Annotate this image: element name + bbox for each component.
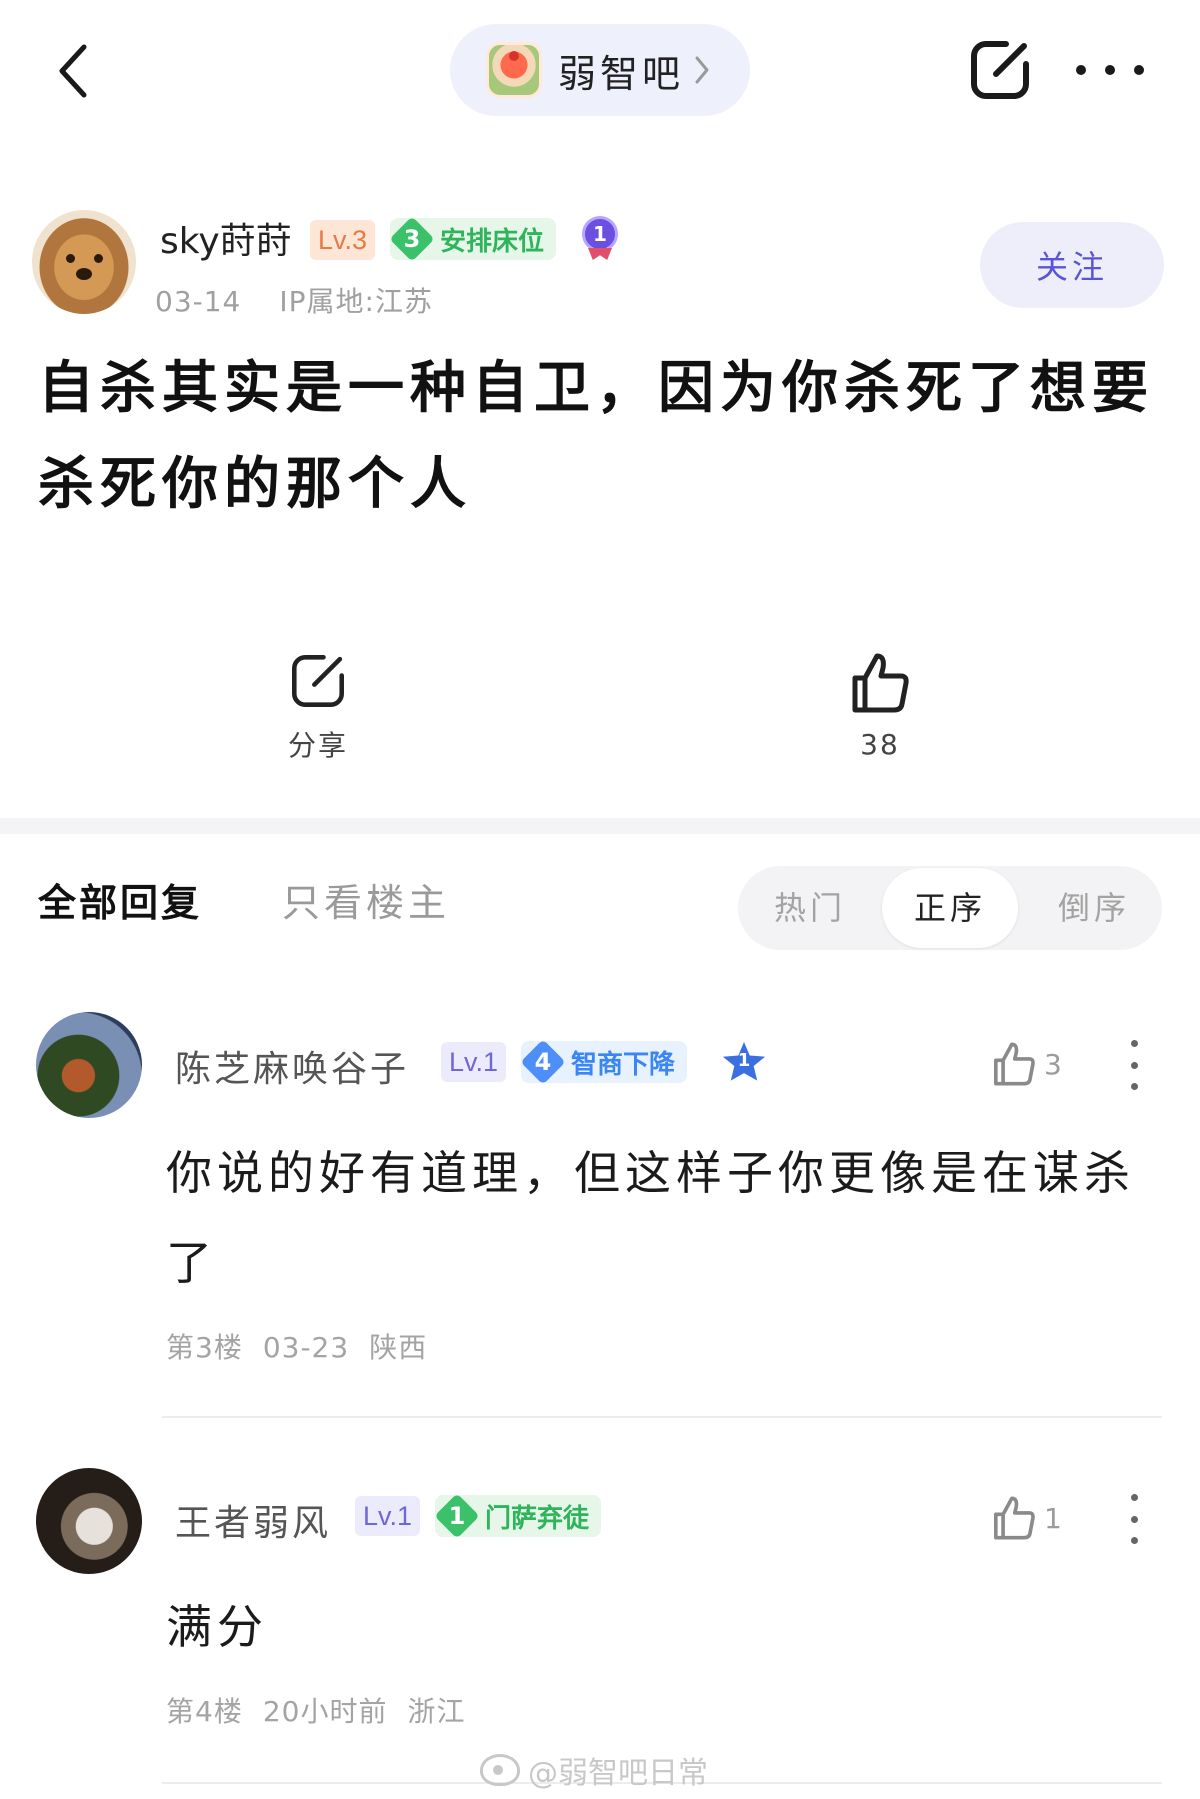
post-content: 自杀其实是一种自卫，因为你杀死了想要杀死你的那个人 xyxy=(38,355,1154,517)
share-icon xyxy=(292,655,344,707)
level-badge: Lv.3 xyxy=(310,220,376,260)
level-badge: Lv.1 xyxy=(441,1042,507,1082)
title-badge-label: 安排床位 xyxy=(440,226,545,257)
reply-like-button[interactable]: 1 xyxy=(990,1488,1062,1548)
top-bar: 弱智吧 xyxy=(0,0,1200,150)
avatar-eye xyxy=(66,254,75,263)
reply-meta: 第3楼 03-23 陕西 xyxy=(166,1326,427,1366)
thumbs-up-icon xyxy=(994,1042,1035,1086)
sort-descending[interactable]: 倒序 xyxy=(1058,866,1130,950)
title-badge: 1 门萨弃徒 xyxy=(435,1495,602,1537)
reply-date: 20小时前 xyxy=(262,1695,388,1728)
floor-number: 第4楼 xyxy=(166,1695,243,1728)
title-badge: 4 智商下降 xyxy=(521,1041,688,1083)
share-action[interactable]: 分享 xyxy=(248,650,388,764)
reply-like-count: 3 xyxy=(1044,1047,1062,1081)
reply-separator xyxy=(162,1416,1162,1418)
floor-number: 第3楼 xyxy=(166,1331,243,1364)
reply-more-button[interactable] xyxy=(1126,1494,1142,1544)
reply-meta: 第4楼 20小时前 浙江 xyxy=(166,1690,465,1730)
avatar-eye xyxy=(94,254,103,263)
dot-icon xyxy=(1134,65,1144,75)
dot-icon xyxy=(1076,65,1086,75)
thumbs-up-icon xyxy=(994,1496,1035,1540)
reply-content: 你说的好有道理，但这样子你更像是在谋杀了 xyxy=(166,1146,1135,1290)
gem-icon: 1 xyxy=(435,1495,479,1537)
sort-ascending[interactable]: 正序 xyxy=(882,868,1018,948)
forum-name: 弱智吧 xyxy=(558,51,685,96)
dot-icon xyxy=(1105,65,1115,75)
forum-avatar xyxy=(486,42,542,98)
watermark: @弱智吧日常 xyxy=(480,1748,708,1792)
author-avatar[interactable] xyxy=(32,210,136,314)
reply-location: 陕西 xyxy=(369,1331,428,1364)
reply-date: 03-23 xyxy=(262,1331,350,1364)
reply-more-button[interactable] xyxy=(1126,1040,1142,1090)
post-date: 03-14 xyxy=(155,285,242,318)
section-divider xyxy=(0,818,1200,834)
author-name[interactable]: sky莳莳 xyxy=(160,212,292,264)
chevron-left-icon xyxy=(59,44,87,98)
reply-like-count: 1 xyxy=(1044,1501,1062,1535)
gem-icon: 3 xyxy=(390,218,434,260)
title-badge-label: 智商下降 xyxy=(571,1049,676,1080)
watermark-text: @弱智吧日常 xyxy=(528,1756,708,1791)
forum-link[interactable]: 弱智吧 xyxy=(450,24,750,116)
medal-icon: 1 xyxy=(580,216,620,260)
reply-author-name[interactable]: 王者弱风 xyxy=(175,1494,331,1546)
avatar-nose xyxy=(76,268,92,280)
tab-all-replies[interactable]: 全部回复 xyxy=(38,872,202,927)
chevron-right-icon xyxy=(695,56,709,84)
weibo-icon xyxy=(480,1754,520,1786)
reply-content: 满分 xyxy=(166,1600,268,1654)
share-button[interactable] xyxy=(966,36,1034,104)
reply-author-name[interactable]: 陈芝麻唤谷子 xyxy=(175,1040,409,1092)
share-label: 分享 xyxy=(287,729,348,762)
thumbs-up-icon xyxy=(852,653,909,713)
level-badge: Lv.1 xyxy=(355,1496,421,1536)
author-meta: 03-14 IP属地:江苏 xyxy=(155,280,433,320)
reply-avatar[interactable] xyxy=(36,1468,142,1574)
sort-hot[interactable]: 热门 xyxy=(774,866,846,950)
share-icon xyxy=(971,41,1029,99)
title-badge: 3 安排床位 xyxy=(390,218,557,260)
ip-location: IP属地:江苏 xyxy=(279,285,433,318)
follow-button[interactable]: 关注 xyxy=(980,222,1164,308)
reply-like-button[interactable]: 3 xyxy=(990,1034,1062,1094)
gem-icon: 4 xyxy=(521,1041,565,1083)
reply-avatar[interactable] xyxy=(36,1012,142,1118)
title-badge-label: 门萨弃徒 xyxy=(485,1503,590,1534)
sort-toggle: 热门 正序 倒序 xyxy=(738,866,1162,950)
reply-location: 浙江 xyxy=(407,1695,466,1728)
tab-op-only[interactable]: 只看楼主 xyxy=(282,872,450,927)
like-action[interactable]: 38 xyxy=(810,650,950,761)
more-menu-button[interactable] xyxy=(1070,52,1150,88)
back-button[interactable] xyxy=(48,38,98,104)
like-count: 38 xyxy=(860,728,900,761)
star-medal-icon: 1 xyxy=(722,1042,766,1086)
